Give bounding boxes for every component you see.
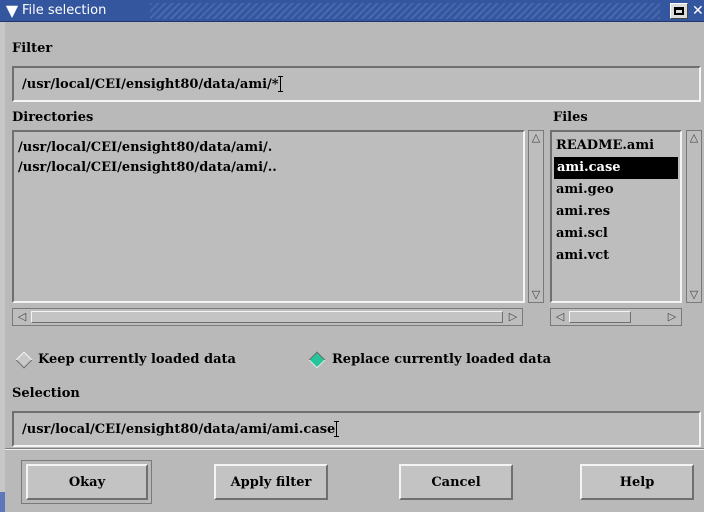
window-border-accent: [0, 492, 5, 512]
window-border: [0, 22, 5, 512]
maximize-icon: [674, 7, 684, 15]
scroll-thumb[interactable]: [31, 311, 503, 323]
title-bar[interactable]: ▼ File selection ✕: [0, 0, 704, 22]
file-item[interactable]: ami.vct: [556, 246, 609, 266]
files-label: Files: [553, 110, 588, 125]
window-title: File selection: [22, 3, 107, 18]
replace-data-label: Replace currently loaded data: [332, 352, 552, 367]
directory-item[interactable]: /usr/local/CEI/ensight80/data/ami/.: [18, 138, 272, 158]
scroll-thumb[interactable]: [569, 311, 631, 323]
directories-label: Directories: [12, 110, 94, 125]
files-vertical-scrollbar[interactable]: △ ▽: [686, 130, 702, 303]
scroll-left-arrow-icon[interactable]: ◁: [15, 310, 29, 324]
directories-horizontal-scrollbar[interactable]: ◁ ▷: [12, 308, 523, 326]
file-item[interactable]: ami.res: [556, 202, 610, 222]
maximize-button[interactable]: [670, 3, 688, 19]
filter-input-text: /usr/local/CEI/ensight80/data/ami/*: [22, 76, 279, 92]
filter-label: Filter: [12, 41, 53, 56]
file-item-selected[interactable]: ami.case: [554, 157, 678, 179]
scroll-up-arrow-icon[interactable]: △: [687, 131, 701, 145]
title-bar-pattern: [150, 3, 660, 19]
help-button[interactable]: Help: [580, 464, 694, 500]
directories-vertical-scrollbar[interactable]: △ ▽: [528, 130, 544, 303]
close-icon[interactable]: ✕: [692, 3, 704, 19]
directory-item[interactable]: /usr/local/CEI/ensight80/data/ami/..: [18, 158, 277, 178]
scroll-down-arrow-icon[interactable]: ▽: [687, 288, 701, 302]
scroll-up-arrow-icon[interactable]: △: [529, 131, 543, 145]
cancel-button[interactable]: Cancel: [399, 464, 513, 500]
scroll-right-arrow-icon[interactable]: ▷: [665, 310, 679, 324]
selection-input-text: /usr/local/CEI/ensight80/data/ami/ami.ca…: [22, 421, 336, 437]
files-list[interactable]: README.ami ami.case ami.geo ami.res ami.…: [550, 130, 682, 303]
scroll-down-arrow-icon[interactable]: ▽: [529, 288, 543, 302]
separator: [5, 448, 704, 450]
file-item[interactable]: ami.geo: [556, 180, 614, 200]
replace-data-radio[interactable]: Replace currently loaded data: [303, 348, 603, 372]
apply-filter-button[interactable]: Apply filter: [214, 464, 328, 500]
chevron-down-icon[interactable]: ▼: [4, 2, 20, 20]
radio-diamond-selected-icon: [308, 351, 326, 369]
scroll-right-arrow-icon[interactable]: ▷: [506, 310, 520, 324]
text-cursor: [277, 76, 283, 92]
keep-data-label: Keep currently loaded data: [38, 352, 236, 367]
radio-diamond-icon: [15, 351, 33, 369]
directories-list[interactable]: /usr/local/CEI/ensight80/data/ami/. /usr…: [12, 130, 525, 303]
okay-button[interactable]: Okay: [26, 464, 148, 500]
scroll-left-arrow-icon[interactable]: ◁: [553, 310, 567, 324]
text-cursor: [334, 421, 340, 437]
file-item[interactable]: ami.scl: [556, 224, 608, 244]
selection-label: Selection: [12, 386, 80, 401]
filter-input[interactable]: /usr/local/CEI/ensight80/data/ami/*: [12, 66, 701, 102]
selection-input[interactable]: /usr/local/CEI/ensight80/data/ami/ami.ca…: [12, 411, 701, 447]
file-item[interactable]: README.ami: [556, 136, 654, 156]
keep-data-radio[interactable]: Keep currently loaded data: [14, 348, 274, 372]
files-horizontal-scrollbar[interactable]: ◁ ▷: [550, 308, 682, 326]
